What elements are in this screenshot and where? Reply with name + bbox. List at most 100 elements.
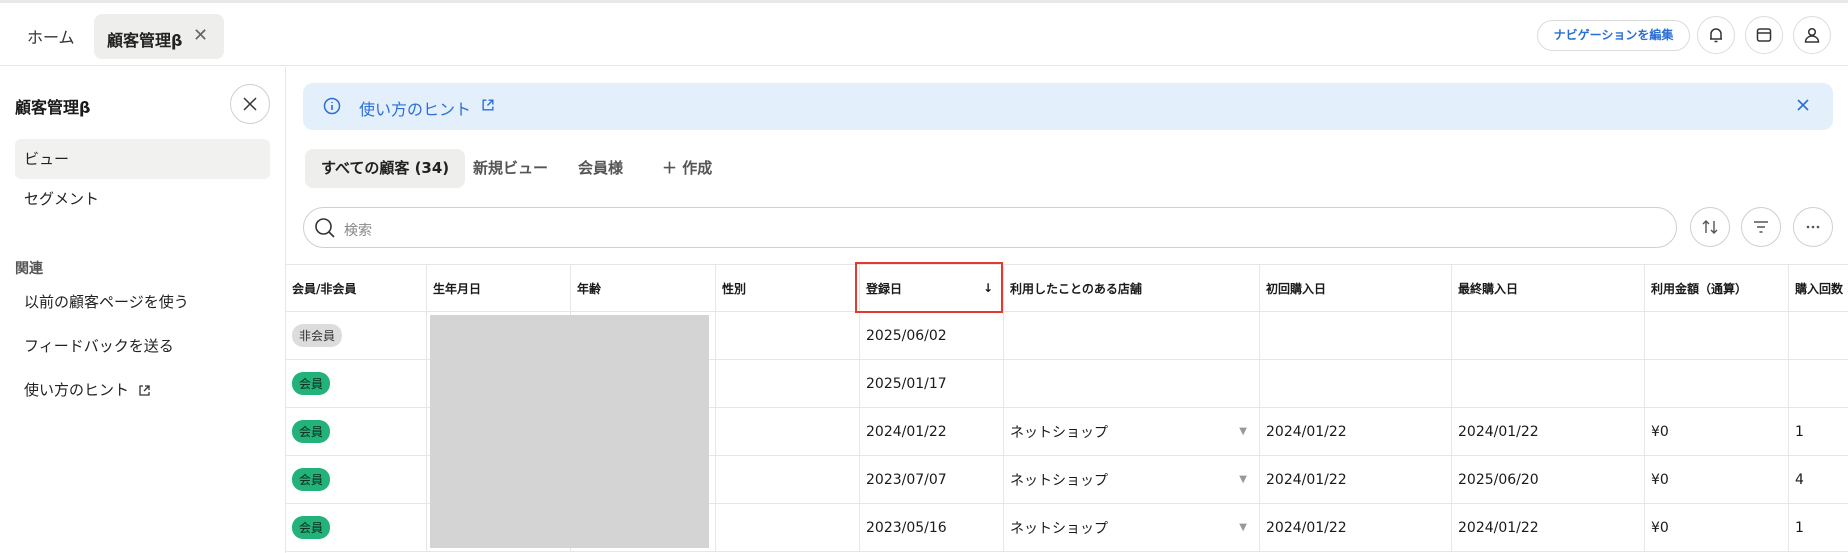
redacted-area: [430, 315, 709, 548]
sidebar-item-view[interactable]: ビュー: [15, 139, 270, 179]
cell-last-purchase: 2024/01/22: [1452, 504, 1645, 551]
sidebar-item-old-customer-page[interactable]: 以前の顧客ページを使う: [15, 282, 270, 322]
sidebar-item-feedback[interactable]: フィードバックを送る: [15, 326, 270, 366]
cell-total-amount: [1645, 360, 1789, 407]
search-input[interactable]: 検索: [303, 207, 1677, 248]
sidebar-close-icon[interactable]: [230, 84, 270, 124]
cell-gender: [716, 360, 860, 407]
member-badge: 会員: [292, 372, 331, 395]
non-member-badge: 非会員: [292, 324, 343, 347]
store-value: ネットショップ: [1010, 520, 1108, 537]
user-icon[interactable]: [1793, 16, 1831, 54]
sidebar-title: 顧客管理β: [15, 98, 91, 117]
cell-registration-date: 2023/05/16: [860, 504, 1004, 551]
cell-registration-date: 2023/07/07: [860, 456, 1004, 503]
cell-stores: [1004, 312, 1260, 359]
hint-link[interactable]: 使い方のヒント: [359, 96, 471, 120]
cell-purchase-count: 4: [1795, 471, 1804, 488]
cell-total-amount: ¥0: [1645, 408, 1789, 455]
store-value: ネットショップ: [1010, 472, 1108, 489]
info-icon: [323, 97, 341, 115]
cell-membership: 会員: [286, 408, 427, 455]
sidebar-tips-label: 使い方のヒント: [24, 381, 130, 399]
cell-registration-date: 2025/06/02: [860, 312, 1004, 359]
column-header-first-purchase[interactable]: 初回購入日: [1260, 265, 1452, 311]
external-link-icon: [482, 99, 494, 111]
cell-stores[interactable]: ネットショップ ▼: [1004, 408, 1260, 455]
more-icon: [1806, 225, 1820, 229]
cell-membership: 非会員: [286, 312, 427, 359]
cell-last-purchase: [1452, 360, 1645, 407]
cell-gender: [716, 504, 860, 551]
cell-first-purchase: 2024/01/22: [1260, 504, 1452, 551]
tab-home[interactable]: ホーム: [27, 24, 75, 48]
cell-purchase-count: [1789, 360, 1848, 407]
cell-membership: 会員: [286, 360, 427, 407]
column-header-birthdate[interactable]: 生年月日: [427, 265, 571, 311]
cell-first-purchase: 2024/01/22: [1260, 456, 1452, 503]
sidebar-section-related: 関連: [15, 261, 43, 277]
tab-all-customers[interactable]: すべての顧客 (34): [305, 149, 466, 188]
tab-label: 顧客管理β: [107, 31, 183, 50]
cell-gender: [716, 408, 860, 455]
sort-button[interactable]: [1690, 207, 1730, 247]
member-badge: 会員: [292, 420, 331, 443]
cell-registration-date: 2025/01/17: [860, 360, 1004, 407]
sidebar-item-segment[interactable]: セグメント: [15, 179, 270, 219]
cell-last-purchase: [1452, 312, 1645, 359]
table-header: 会員/非会員 生年月日 年齢 性別 登録日 ↓ 利用したことのある店舗 初回購入…: [286, 264, 1848, 312]
column-header-total-amount[interactable]: 利用金額（通算）: [1645, 265, 1789, 311]
cell-total-amount: [1645, 312, 1789, 359]
member-badge: 会員: [292, 468, 331, 491]
more-options-button[interactable]: [1793, 207, 1833, 247]
hint-banner: 使い方のヒント: [303, 83, 1833, 130]
search-icon: [315, 218, 335, 238]
cell-gender: [716, 312, 860, 359]
highlight-box: [855, 262, 1003, 313]
dropdown-chevron-icon: ▼: [1239, 522, 1247, 533]
filter-icon: [1754, 221, 1768, 233]
cell-first-purchase: [1260, 360, 1452, 407]
cell-membership: 会員: [286, 504, 427, 551]
cell-total-amount: ¥0: [1645, 456, 1789, 503]
cell-purchase-count: 1: [1795, 519, 1804, 536]
hint-close-icon[interactable]: [1795, 97, 1811, 113]
sidebar-item-tips[interactable]: 使い方のヒント: [15, 370, 270, 410]
search-placeholder: 検索: [344, 223, 372, 239]
tab-close-icon[interactable]: ✕: [193, 25, 208, 46]
cell-purchase-count: 1: [1795, 423, 1804, 440]
dropdown-chevron-icon: ▼: [1239, 474, 1247, 485]
tab-members[interactable]: 会員様: [578, 149, 623, 188]
tab-customer-management[interactable]: 顧客管理β ✕: [94, 14, 224, 59]
edit-navigation-button[interactable]: ナビゲーションを編集: [1537, 20, 1690, 51]
app-header: ホーム 顧客管理β ✕ ナビゲーションを編集: [0, 3, 1848, 66]
tab-new-view[interactable]: 新規ビュー: [473, 149, 548, 188]
cell-gender: [716, 456, 860, 503]
column-header-last-purchase[interactable]: 最終購入日: [1452, 265, 1645, 311]
external-link-icon: [139, 385, 150, 396]
cell-first-purchase: [1260, 312, 1452, 359]
sidebar: 顧客管理β ビュー セグメント 関連 以前の顧客ページを使う フィードバックを送…: [0, 67, 286, 553]
cell-membership: 会員: [286, 456, 427, 503]
cell-last-purchase: 2025/06/20: [1452, 456, 1645, 503]
column-header-purchase-count[interactable]: 購入回数: [1789, 265, 1848, 311]
cell-stores[interactable]: ネットショップ ▼: [1004, 456, 1260, 503]
bell-icon[interactable]: [1697, 16, 1735, 54]
column-header-stores[interactable]: 利用したことのある店舗: [1004, 265, 1260, 311]
cell-stores: [1004, 360, 1260, 407]
cell-stores[interactable]: ネットショップ ▼: [1004, 504, 1260, 551]
sort-icon: [1702, 220, 1718, 234]
column-header-membership[interactable]: 会員/非会員: [286, 265, 427, 311]
column-header-gender[interactable]: 性別: [716, 265, 860, 311]
column-header-age[interactable]: 年齢: [571, 265, 716, 311]
dropdown-chevron-icon: ▼: [1239, 426, 1247, 437]
cell-first-purchase: 2024/01/22: [1260, 408, 1452, 455]
filter-button[interactable]: [1741, 207, 1781, 247]
cell-registration-date: 2024/01/22: [860, 408, 1004, 455]
member-badge: 会員: [292, 516, 331, 539]
store-value: ネットショップ: [1010, 424, 1108, 441]
cell-last-purchase: 2024/01/22: [1452, 408, 1645, 455]
store-icon[interactable]: [1745, 16, 1783, 54]
create-view-button[interactable]: ＋ 作成: [662, 149, 712, 188]
cell-purchase-count: [1789, 312, 1848, 359]
